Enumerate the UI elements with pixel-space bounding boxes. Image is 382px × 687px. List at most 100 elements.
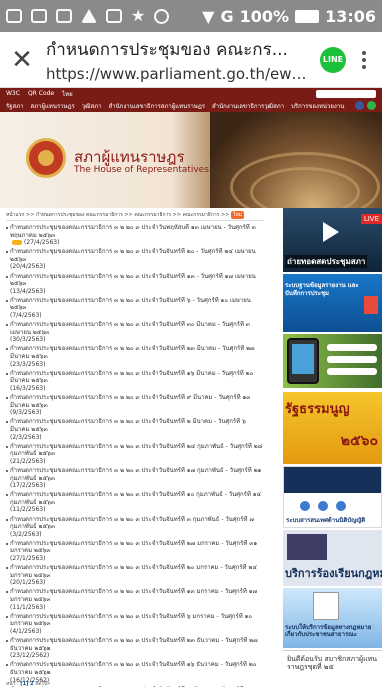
meeting-title-link[interactable]: กำหนดการประชุมของคณะกรรมาธิการ ๓ ๒ ๒๐ ๓ …	[10, 224, 264, 239]
meeting-title-link[interactable]: กำหนดการประชุมของคณะกรรมาธิการ ๓ ๒ ๒๐ ๓ …	[10, 443, 264, 458]
meeting-list-item[interactable]: กำหนดการประชุมของคณะกรรมาธิการ ๓ ๒ ๒๐ ๓ …	[6, 540, 264, 564]
meeting-date: (27/1/2563)	[10, 555, 46, 563]
welcome-banner[interactable]: ยินดีต้อนรับ สมาชิกสภาผู้แทนราษฎรชุดที่ …	[283, 650, 382, 687]
meeting-title-link[interactable]: กำหนดการประชุมของคณะกรรมาธิการ ๓ ๒ ๒๐ ๓ …	[10, 248, 264, 263]
meeting-list-item[interactable]: กำหนดการประชุมของคณะกรรมาธิการ ๓ ๒ ๒๐ ๓ …	[6, 588, 264, 612]
page-info[interactable]: กำหนดการประชุมของ คณะกร... https://www.p…	[40, 36, 310, 83]
meeting-title-link[interactable]: กำหนดการประชุมของคณะกรรมาธิการ ๓ ๒ ๒๐ ๓ …	[10, 297, 264, 312]
site-search-input[interactable]	[316, 89, 376, 98]
meeting-date: (7/4/2563)	[10, 312, 42, 320]
meeting-title-link[interactable]: กำหนดการประชุมของคณะกรรมาธิการ ๓ ๒ ๒๐ ๓ …	[10, 394, 264, 409]
site-header-bar: W3C QR Code ไทย รัฐสภา สภาผู้แทนราษฎร วุ…	[0, 88, 382, 112]
close-icon[interactable]: ✕	[4, 47, 40, 73]
menu-item-services[interactable]: บริการของหน่วยงาน	[291, 101, 344, 111]
live-broadcast-banner[interactable]: LIVE ถ่ายทอดสดประชุมสภา	[283, 208, 382, 272]
alarm-icon	[154, 8, 170, 24]
constitution-year: ๒๕๖๐	[340, 433, 378, 449]
meeting-list-item[interactable]: กำหนดการประชุมของคณะกรรมาธิการ ๓ ๒ ๒๐ ๓ …	[6, 321, 264, 345]
meeting-list-item[interactable]: กำหนดการประชุมของคณะกรรมาธิการ ๓ ๒ ๒๐ ๓ …	[6, 248, 264, 272]
meeting-list-item[interactable]: กำหนดการประชุมของคณะกรรมาธิการ ๓ ๒ ๒๐ ๓ …	[6, 637, 264, 661]
meeting-list-item[interactable]: กำหนดการประชุมของคณะกรรมาธิการ ๓ ๒ ๒๐ ๓ …	[6, 345, 264, 369]
pager-pages[interactable]: [1] 2	[20, 681, 33, 687]
meeting-title-link[interactable]: กำหนดการประชุมของคณะกรรมาธิการ ๓ ๒ ๒๐ ๓ …	[10, 467, 264, 482]
meeting-title-link[interactable]: กำหนดการประชุมของคณะกรรมาธิการ ๓ ๒ ๒๐ ๓ …	[10, 491, 264, 506]
info-system-banner[interactable]: ระบบฐานข้อมูลรายงาน และบันทึกการประชุม	[283, 274, 382, 332]
meeting-date: (17/2/2563)	[10, 482, 46, 490]
meeting-list-item[interactable]: กำหนดการประชุมของคณะกรรมาธิการ ๓ ๒ ๒๐ ๓ …	[6, 273, 264, 297]
new-badge: ใหม่	[230, 211, 244, 219]
meeting-date: (21/2/2563)	[10, 457, 46, 465]
meeting-date: (11/2/2563)	[10, 506, 46, 514]
menu-item-house-secretariat[interactable]: สำนักงานเลขาธิการสภาผู้แทนราษฎร	[109, 101, 205, 111]
meeting-date: (3/2/2563)	[10, 530, 42, 538]
menu-item-house[interactable]: สภาผู้แทนราษฎร	[31, 101, 75, 111]
law-info-banner[interactable]: ระบบให้บริการข้อมูลทางกฎหมาย เกี่ยวกับปร…	[283, 588, 382, 648]
pager-next[interactable]: ถัดไป»	[35, 681, 50, 687]
meeting-date: (23/12/2562)	[10, 652, 50, 660]
meeting-list-item[interactable]: กำหนดการประชุมของคณะกรรมาธิการ ๓ ๒ ๒๐ ๓ …	[6, 394, 264, 418]
pager-label: หน้า :	[6, 681, 19, 687]
meeting-title-link[interactable]: กำหนดการประชุมของคณะกรรมาธิการ ๓ ๒ ๒๐ ๓ …	[10, 418, 264, 433]
meeting-title-link[interactable]: กำหนดการประชุมของคณะกรรมาธิการ ๓ ๒ ๒๐ ๓ …	[10, 588, 264, 603]
more-options-icon[interactable]	[356, 50, 372, 69]
menu-item-parliament[interactable]: รัฐสภา	[6, 101, 24, 111]
meeting-list-item[interactable]: กำหนดการประชุมของคณะกรรมาธิการ ๓ ๒ ๒๐ ๓ …	[6, 491, 264, 515]
status-bar: ★ ▼ G 100% 13:06	[0, 0, 382, 32]
law-service-label: บริการร้องเรียนกฎหมาย	[285, 567, 382, 580]
message-icon	[56, 9, 72, 23]
clock: 13:06	[325, 6, 376, 26]
new-icon	[12, 240, 22, 246]
constitution-banner[interactable]: รัฐธรรมนูญ ๒๕๖๐	[283, 392, 382, 464]
meeting-list-item[interactable]: กำหนดการประชุมของคณะกรรมาธิการ ๓ ๒ ๒๐ ๓ …	[6, 418, 264, 442]
wifi-icon: ▼	[202, 6, 215, 26]
meeting-list-item[interactable]: กำหนดการประชุมของคณะกรรมาธิการ ๓ ๒ ๒๐ ๓ …	[6, 467, 264, 491]
meeting-title-link[interactable]: กำหนดการประชุมของคณะกรรมาธิการ ๓ ๒ ๒๐ ๓ …	[10, 540, 264, 555]
line-share-button[interactable]: LINE	[320, 46, 346, 73]
meeting-list-item[interactable]: กำหนดการประชุมของคณะกรรมาธิการ ๓ ๒ ๒๐ ๓ …	[6, 370, 264, 394]
meeting-title-link[interactable]: กำหนดการประชุมของคณะกรรมาธิการ ๓ ๒ ๒๐ ๓ …	[10, 637, 264, 652]
meeting-title-link[interactable]: กำหนดการประชุมของคณะกรรมาธิการ ๓ ๒ ๒๐ ๓ …	[10, 516, 264, 531]
phone-icon	[287, 338, 319, 384]
law-service-banner[interactable]: บริการร้องเรียนกฎหมาย	[283, 530, 382, 586]
meeting-title-link[interactable]: กำหนดการประชุมของคณะกรรมาธิการ ๓ ๒ ๒๐ ๓ …	[10, 345, 264, 360]
facebook-icon[interactable]	[355, 101, 364, 110]
meeting-list-item[interactable]: กำหนดการประชุมของคณะกรรมาธิการ ๓ ๒ ๒๐ ๓ …	[6, 564, 264, 588]
meeting-list-item[interactable]: กำหนดการประชุมของคณะกรรมาธิการ ๓ ๒ ๒๐ ๓ …	[6, 443, 264, 467]
battery-icon	[295, 9, 320, 23]
mobile-app-banner[interactable]	[283, 334, 382, 388]
meeting-date: (27/4/2563)	[24, 239, 60, 247]
line-icon[interactable]	[367, 101, 376, 110]
menu-item-senate-secretariat[interactable]: สำนักงานเลขาธิการวุฒิสภา	[212, 101, 284, 111]
page-url: https://www.parliament.go.th/ewt...	[46, 65, 310, 83]
top-link-w3c[interactable]: W3C	[6, 90, 20, 97]
meeting-title-link[interactable]: กำหนดการประชุมของคณะกรรมาธิการ ๓ ๒ ๒๐ ๓ …	[10, 370, 264, 385]
meeting-date: (11/1/2563)	[10, 603, 46, 611]
meeting-date: (2/3/2563)	[10, 433, 42, 441]
top-link-qr[interactable]: QR Code	[28, 90, 54, 97]
meeting-date: (13/4/2563)	[10, 287, 46, 295]
constitution-label: รัฐธรรมนูญ	[285, 402, 350, 417]
breadcrumb-text[interactable]: หน้าแรก >> กำหนดการประชุมของ คณะกรรมาธิก…	[6, 212, 229, 218]
meeting-title-link[interactable]: กำหนดการประชุมของคณะกรรมาธิการ ๓ ๒ ๒๐ ๓ …	[10, 273, 264, 288]
battery-percent: 100%	[239, 6, 290, 26]
meeting-title-link[interactable]: กำหนดการประชุมของคณะกรรมาธิการ ๓ ๒ ๒๐ ๓ …	[10, 564, 264, 579]
meeting-list-item[interactable]: กำหนดการประชุมของคณะกรรมาธิการ ๓ ๒ ๒๐ ๓ …	[6, 516, 264, 540]
meeting-title-link[interactable]: กำหนดการประชุมของคณะกรรมาธิการ ๓ ๒ ๒๐ ๓ …	[10, 613, 264, 628]
meeting-title-link[interactable]: กำหนดการประชุมของคณะกรรมาธิการ ๓ ๒ ๒๐ ๓ …	[10, 661, 264, 676]
meeting-title-link[interactable]: กำหนดการประชุมของคณะกรรมาธิการ ๓ ๒ ๒๐ ๓ …	[10, 321, 264, 336]
menu-item-senate[interactable]: วุฒิสภา	[82, 101, 102, 111]
document-icon	[313, 592, 339, 620]
meeting-list-item[interactable]: กำหนดการประชุมของคณะกรรมาธิการ ๓ ๒ ๒๐ ๓ …	[6, 613, 264, 637]
meeting-date: (20/1/2563)	[10, 579, 46, 587]
meeting-list: กำหนดการประชุมของคณะกรรมาธิการ ๓ ๒ ๒๐ ๓ …	[6, 224, 264, 687]
star-icon: ★	[131, 6, 146, 25]
sidebar-banners: LIVE ถ่ายทอดสดประชุมสภา ระบบฐานข้อมูลราย…	[283, 208, 382, 687]
top-link-lang[interactable]: ไทย	[62, 89, 73, 99]
meeting-list-item[interactable]: กำหนดการประชุมของคณะกรรมาธิการ ๓ ๒ ๒๐ ๓ …	[6, 224, 264, 248]
live-badge: LIVE	[360, 214, 382, 224]
legislative-system-banner[interactable]: ระบบสารสนเทศด้านนิติบัญญัติ	[283, 466, 382, 528]
social-links	[355, 101, 376, 110]
meeting-list-item[interactable]: กำหนดการประชุมของคณะกรรมาธิการ ๓ ๒ ๒๐ ๓ …	[6, 297, 264, 321]
breadcrumb: หน้าแรก >> กำหนดการประชุมของ คณะกรรมาธิก…	[6, 211, 261, 219]
law-logo-icon	[287, 534, 327, 560]
